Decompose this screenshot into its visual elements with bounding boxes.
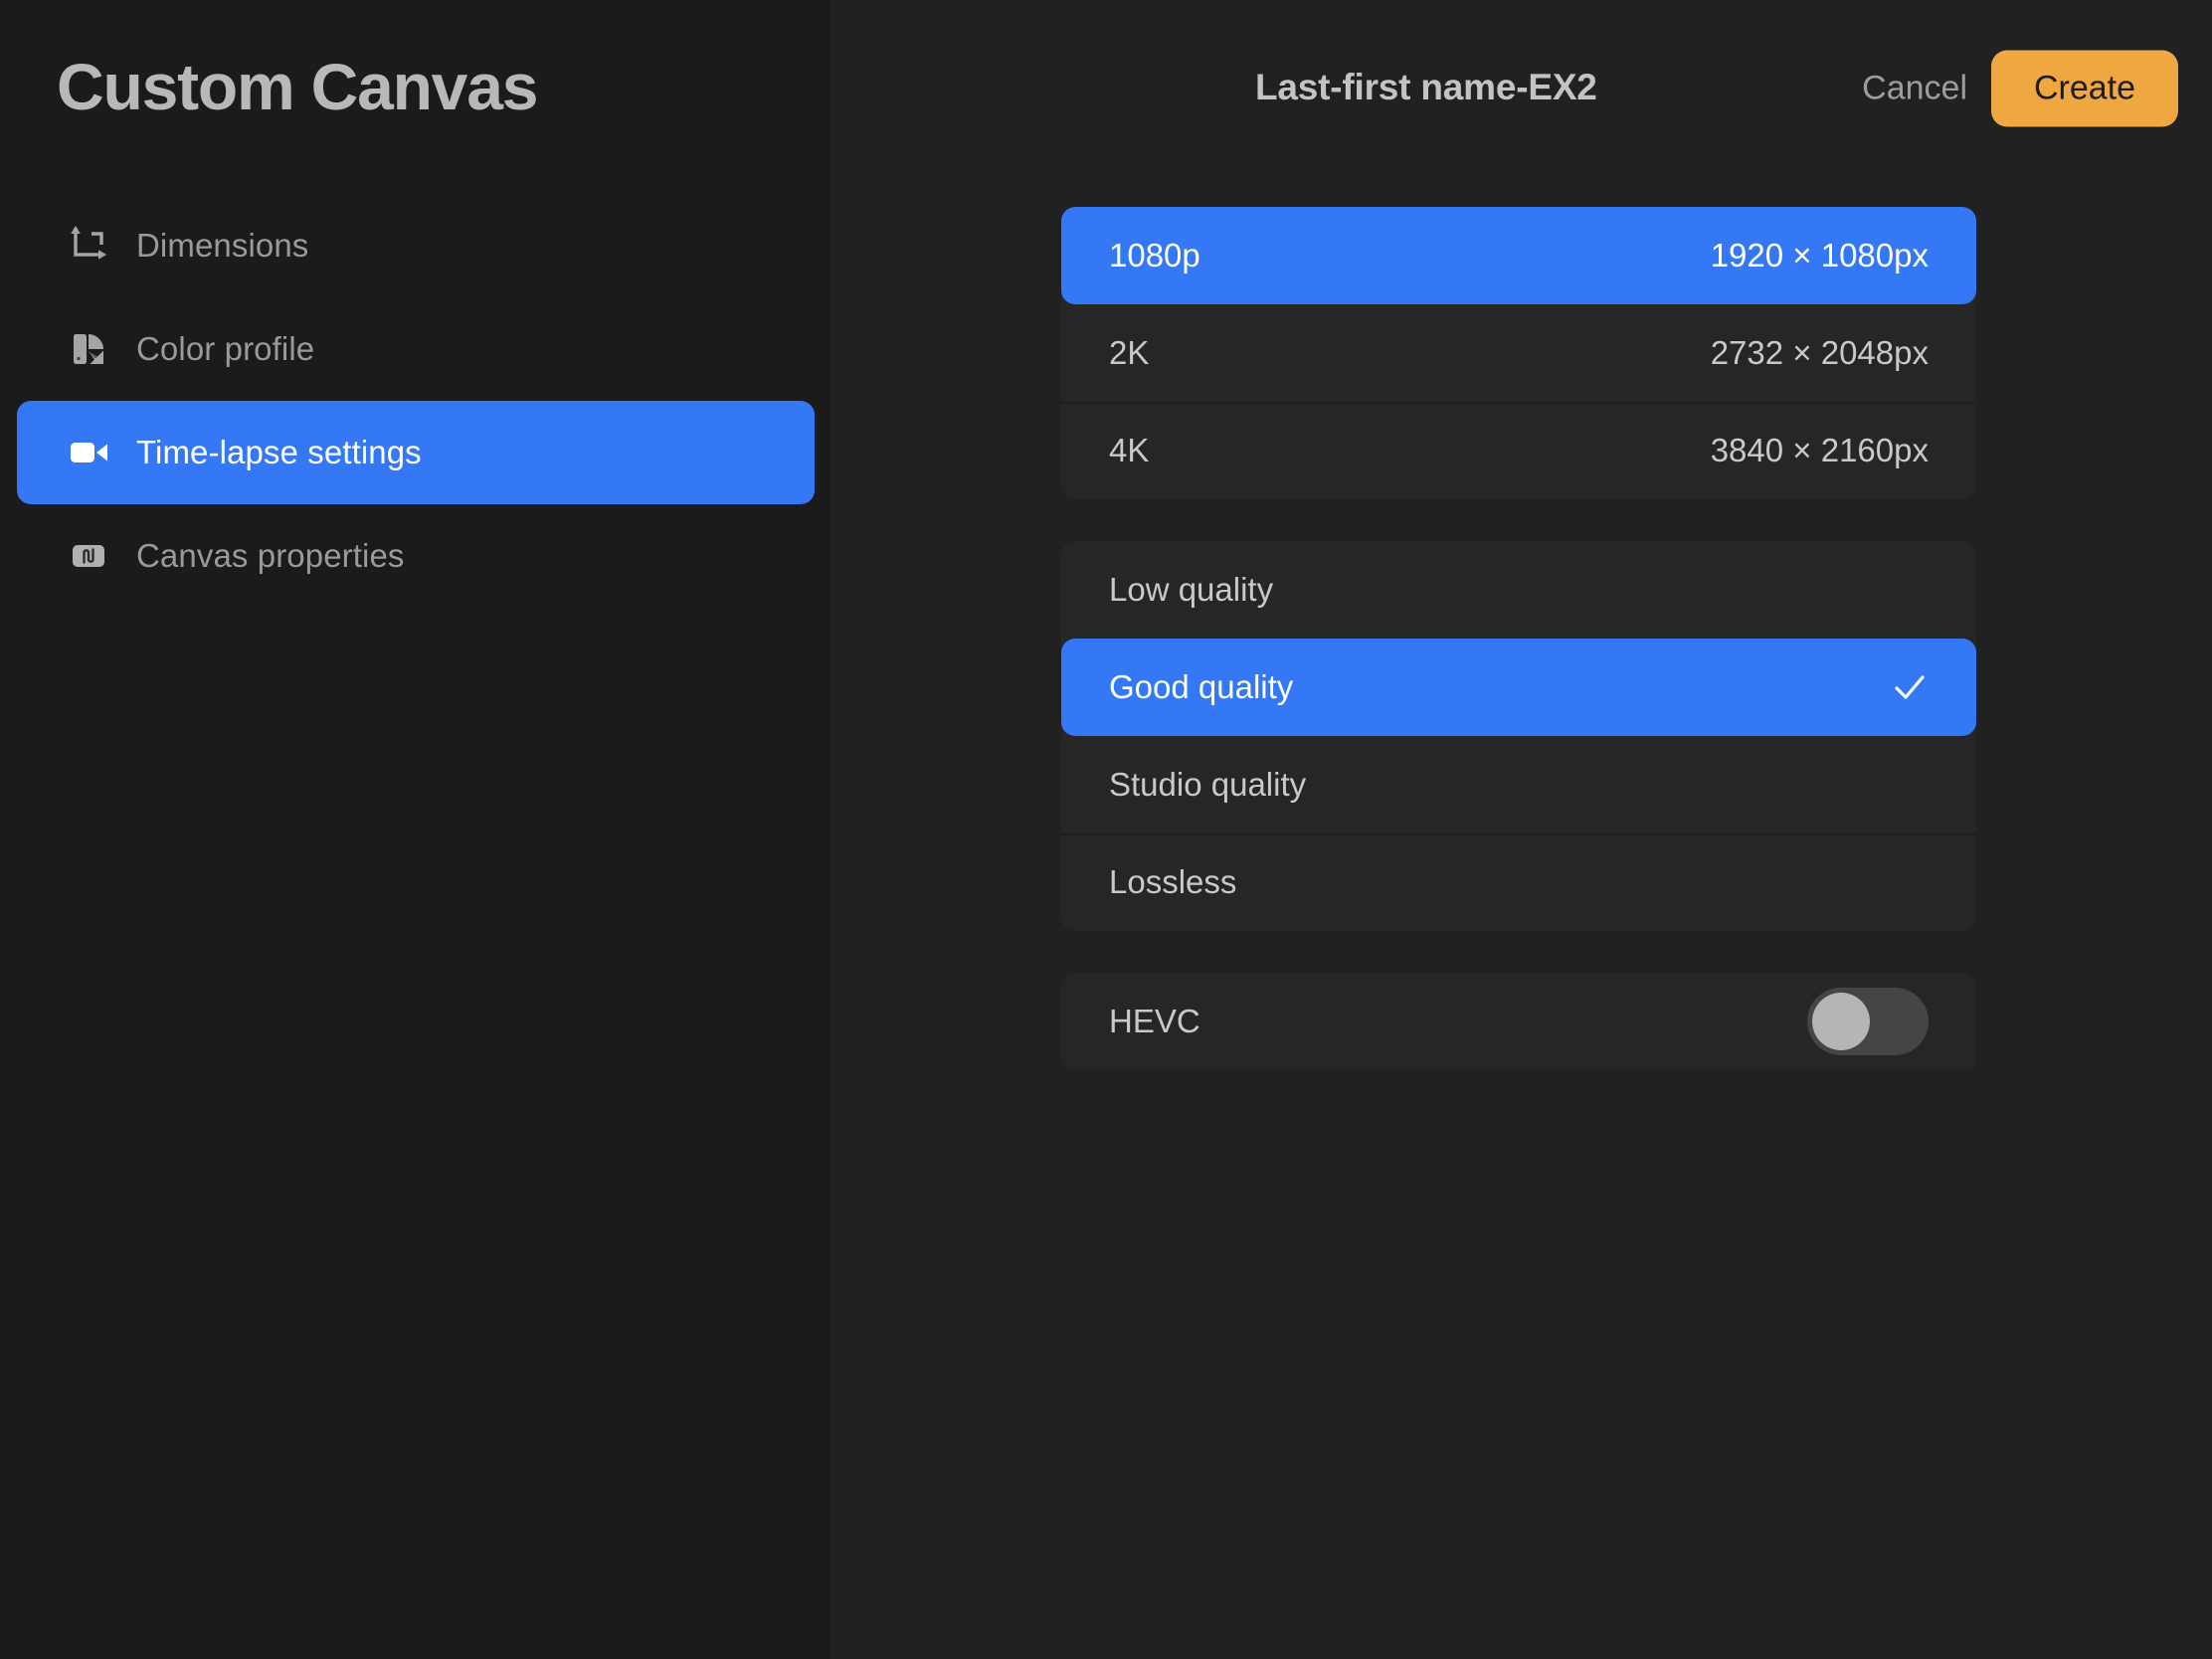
quality-option-good[interactable]: Good quality	[1061, 639, 1976, 736]
checkmark-icon	[1891, 668, 1929, 706]
quality-option-low[interactable]: Low quality	[1061, 541, 1976, 639]
resolution-option-1080p[interactable]: 1080p 1920 × 1080px	[1061, 207, 1976, 304]
sidebar-item-label: Time-lapse settings	[136, 434, 422, 471]
quality-option-lossless[interactable]: Lossless	[1061, 833, 1976, 931]
hevc-row[interactable]: HEVC	[1061, 973, 1976, 1070]
sidebar-item-label: Color profile	[136, 330, 314, 368]
squiggle-icon	[67, 534, 110, 578]
sidebar-item-color-profile[interactable]: Color profile	[17, 297, 815, 401]
resolution-option-2k[interactable]: 2K 2732 × 2048px	[1061, 304, 1976, 402]
custom-canvas-dialog: Custom Canvas Dimensions	[0, 0, 2212, 1659]
sidebar-item-dimensions[interactable]: Dimensions	[17, 194, 815, 297]
hevc-toggle[interactable]	[1807, 988, 1929, 1055]
create-button[interactable]: Create	[1991, 51, 2178, 127]
topbar: Last-first name-EX2 Cancel Create	[830, 0, 2212, 169]
hevc-toggle-knob	[1812, 993, 1870, 1050]
codec-option-group: HEVC	[1061, 973, 1976, 1070]
sidebar-item-label: Canvas properties	[136, 537, 405, 575]
option-label: 1080p	[1109, 237, 1200, 275]
option-value: 1920 × 1080px	[1711, 237, 1929, 275]
color-swatch-icon	[67, 327, 110, 371]
video-camera-icon	[67, 431, 110, 474]
sidebar: Custom Canvas Dimensions	[0, 0, 830, 1659]
settings-groups: 1080p 1920 × 1080px 2K 2732 × 2048px 4K …	[1061, 207, 1976, 1112]
option-label: 4K	[1109, 432, 1149, 469]
sidebar-item-label: Dimensions	[136, 227, 308, 265]
resolution-option-4k[interactable]: 4K 3840 × 2160px	[1061, 402, 1976, 499]
quality-option-group: Low quality Good quality Studio quality …	[1061, 541, 1976, 931]
option-label: Lossless	[1109, 863, 1236, 901]
option-label: Studio quality	[1109, 766, 1306, 804]
document-title: Last-first name-EX2	[1255, 67, 1597, 108]
page-title: Custom Canvas	[57, 54, 537, 119]
sidebar-item-time-lapse-settings[interactable]: Time-lapse settings	[17, 401, 815, 504]
hevc-label: HEVC	[1109, 1003, 1200, 1040]
option-value: 3840 × 2160px	[1711, 432, 1929, 469]
option-label: Low quality	[1109, 571, 1273, 609]
quality-option-studio[interactable]: Studio quality	[1061, 736, 1976, 833]
resolution-option-group: 1080p 1920 × 1080px 2K 2732 × 2048px 4K …	[1061, 207, 1976, 499]
resize-icon	[67, 224, 110, 268]
option-label: 2K	[1109, 334, 1149, 372]
option-label: Good quality	[1109, 668, 1293, 706]
sidebar-nav: Dimensions Color profile	[17, 194, 815, 608]
option-value: 2732 × 2048px	[1711, 334, 1929, 372]
cancel-button[interactable]: Cancel	[1862, 70, 1967, 108]
main-panel: Last-first name-EX2 Cancel Create 1080p …	[830, 0, 2212, 1659]
sidebar-item-canvas-properties[interactable]: Canvas properties	[17, 504, 815, 608]
